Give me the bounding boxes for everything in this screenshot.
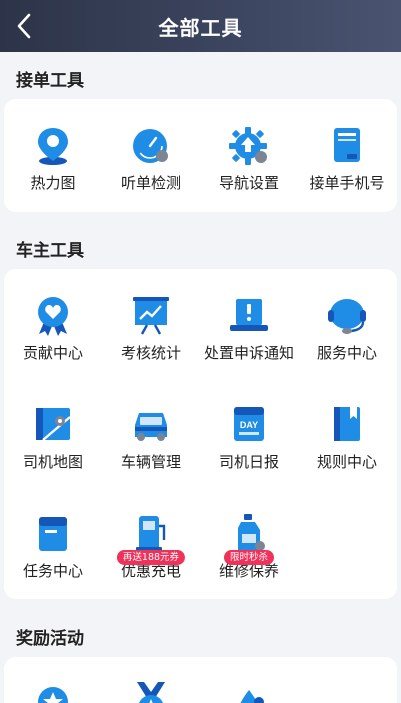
- headset-icon: [328, 299, 366, 334]
- map-icon: [36, 408, 71, 441]
- tool-rule-center[interactable]: 规则中心: [298, 403, 396, 472]
- tool-task-center[interactable]: 任务中心: [4, 512, 102, 581]
- promo-tag: 限时秒杀: [223, 550, 275, 565]
- tool-heatmap[interactable]: 热力图: [4, 124, 102, 193]
- tool-service-center[interactable]: 服务中心: [298, 294, 396, 363]
- promo-tag: 再送188元券: [116, 550, 186, 565]
- phone-card-icon: [334, 128, 360, 162]
- laptop-alert-icon: [230, 299, 268, 331]
- tool-contribution[interactable]: 贡献中心: [4, 294, 102, 363]
- page-title: 全部工具: [158, 16, 243, 40]
- tool-discount-charging[interactable]: 优惠充电 再送188元券: [102, 512, 200, 581]
- speed-gauge-icon: [133, 129, 168, 163]
- reward-activities-card: [4, 657, 397, 703]
- tool-vehicle-mgmt[interactable]: 车辆管理: [102, 403, 200, 472]
- tool-nav-settings[interactable]: 导航设置: [200, 124, 298, 193]
- tool-label: 规则中心: [316, 453, 377, 471]
- tool-reward-1[interactable]: [4, 682, 102, 703]
- tool-reward-3[interactable]: [200, 682, 298, 703]
- rule-book-icon: [334, 407, 360, 441]
- chart-board-icon: [133, 297, 169, 335]
- tool-label: 考核统计: [120, 344, 181, 362]
- top-bar: 全部工具: [0, 0, 401, 52]
- section-title-reward-activities: 奖励活动: [16, 629, 84, 649]
- tool-label: 司机地图: [22, 453, 83, 471]
- tool-assessment[interactable]: 考核统计: [102, 294, 200, 363]
- tool-driver-map[interactable]: 司机地图: [4, 403, 102, 472]
- tool-appeal-notice[interactable]: 处置申诉通知: [200, 294, 298, 363]
- tool-label: 听单检测: [120, 174, 181, 192]
- gear-upload-icon: [229, 127, 267, 165]
- tool-label: 贡献中心: [22, 344, 83, 362]
- tool-order-phone[interactable]: 接单手机号: [298, 124, 396, 193]
- tool-label: 司机日报: [218, 453, 279, 471]
- drop-icon: [240, 690, 264, 703]
- ribbon-medal-icon: [137, 682, 165, 703]
- tool-label: 车辆管理: [120, 453, 181, 471]
- tool-label: 处置申诉通知: [203, 344, 294, 362]
- tool-label: 任务中心: [22, 562, 83, 580]
- tool-reward-2[interactable]: [102, 682, 200, 703]
- tool-label: 接单手机号: [309, 174, 385, 192]
- daily-calendar-icon: DAY: [234, 407, 264, 441]
- tool-driver-daily[interactable]: DAY 司机日报: [200, 403, 298, 472]
- tool-label: 热力图: [30, 174, 76, 192]
- car-icon: [135, 413, 167, 441]
- tool-label: 服务中心: [316, 344, 377, 362]
- heart-badge-icon: [38, 297, 68, 336]
- tool-order-check[interactable]: 听单检测: [102, 124, 200, 193]
- tool-maintenance[interactable]: 维修保养 限时秒杀: [200, 512, 298, 581]
- svg-text:DAY: DAY: [240, 420, 258, 430]
- section-title-order-tools: 接单工具: [16, 71, 84, 91]
- order-tools-card: 热力图 听单检测 导航设置 接单手机号: [4, 99, 397, 212]
- section-title-owner-tools: 车主工具: [16, 241, 84, 261]
- owner-tools-card: 贡献中心 考核统计 处置申诉通知 服务中心 司机地图 车辆管理 DAY 司机日报…: [4, 269, 397, 599]
- tool-label: 导航设置: [218, 174, 279, 192]
- heatmap-pin-icon: [38, 128, 68, 165]
- task-box-icon: [39, 517, 67, 551]
- star-medal-icon: [38, 687, 68, 703]
